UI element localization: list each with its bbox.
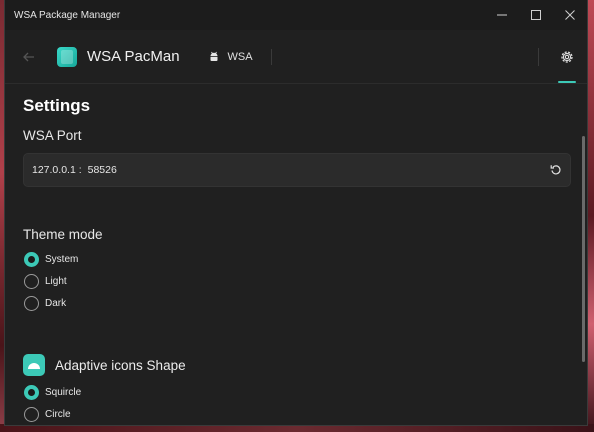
- nav-item-wsa[interactable]: WSA: [208, 51, 253, 63]
- app-logo-icon: [57, 46, 77, 67]
- radio-label: Light: [45, 275, 67, 287]
- app-name: WSA PacMan: [87, 48, 180, 65]
- theme-option-light[interactable]: Light: [24, 270, 587, 292]
- theme-radio-group: System Light Dark: [23, 248, 587, 314]
- shape-option-squircle[interactable]: Squircle: [24, 381, 587, 403]
- shape-icon: [23, 354, 45, 376]
- reset-icon: [550, 165, 561, 175]
- shape-radio-group: Squircle Circle: [23, 381, 587, 425]
- nav-divider: [538, 47, 539, 66]
- maximize-button[interactable]: [519, 0, 553, 30]
- radio-checked[interactable]: [24, 384, 39, 400]
- radio-label: System: [45, 253, 79, 265]
- android-icon: [210, 51, 218, 61]
- radio-unchecked[interactable]: [24, 406, 39, 422]
- settings-button[interactable]: [557, 47, 577, 83]
- icon-shape-label: Adaptive icons Shape: [55, 357, 186, 373]
- minimize-button[interactable]: [485, 0, 519, 30]
- radio-label: Squircle: [45, 386, 82, 398]
- radio-label: Circle: [45, 408, 71, 420]
- maximize-icon: [531, 10, 541, 20]
- radio-checked[interactable]: [24, 251, 39, 267]
- window-title: WSA Package Manager: [14, 9, 121, 21]
- shape-option-circle[interactable]: Circle: [24, 403, 587, 425]
- back-button[interactable]: [17, 45, 41, 69]
- app-window: WSA Package Manager WSA PacMan WSA Setti…: [4, 0, 588, 426]
- theme-option-dark[interactable]: Dark: [24, 292, 587, 314]
- minimize-icon: [497, 14, 507, 16]
- theme-option-system[interactable]: System: [24, 248, 587, 270]
- back-arrow-icon: [23, 52, 34, 61]
- vertical-scrollbar[interactable]: [582, 136, 585, 362]
- radio-unchecked[interactable]: [24, 295, 39, 311]
- wsa-port-field[interactable]: 127.0.0.1 :: [23, 153, 571, 187]
- page-title: Settings: [23, 96, 91, 115]
- navigation-bar: WSA PacMan WSA: [5, 30, 587, 84]
- nav-divider: [270, 48, 272, 65]
- host-prefix: 127.0.0.1 :: [32, 164, 82, 176]
- reset-port-button[interactable]: [542, 156, 570, 184]
- port-input[interactable]: [87, 164, 542, 176]
- radio-unchecked[interactable]: [24, 273, 39, 289]
- theme-mode-label: Theme mode: [23, 227, 103, 242]
- wsa-port-label: WSA Port: [23, 128, 82, 143]
- settings-page[interactable]: Settings WSA Port 127.0.0.1 : Theme mode…: [5, 84, 587, 425]
- icon-shape-header: Adaptive icons Shape: [23, 354, 587, 376]
- close-button[interactable]: [553, 0, 587, 30]
- radio-label: Dark: [45, 297, 67, 309]
- nav-item-label: WSA: [227, 50, 253, 63]
- close-icon: [565, 10, 575, 20]
- title-bar[interactable]: WSA Package Manager: [5, 0, 587, 30]
- gear-icon: [561, 50, 573, 63]
